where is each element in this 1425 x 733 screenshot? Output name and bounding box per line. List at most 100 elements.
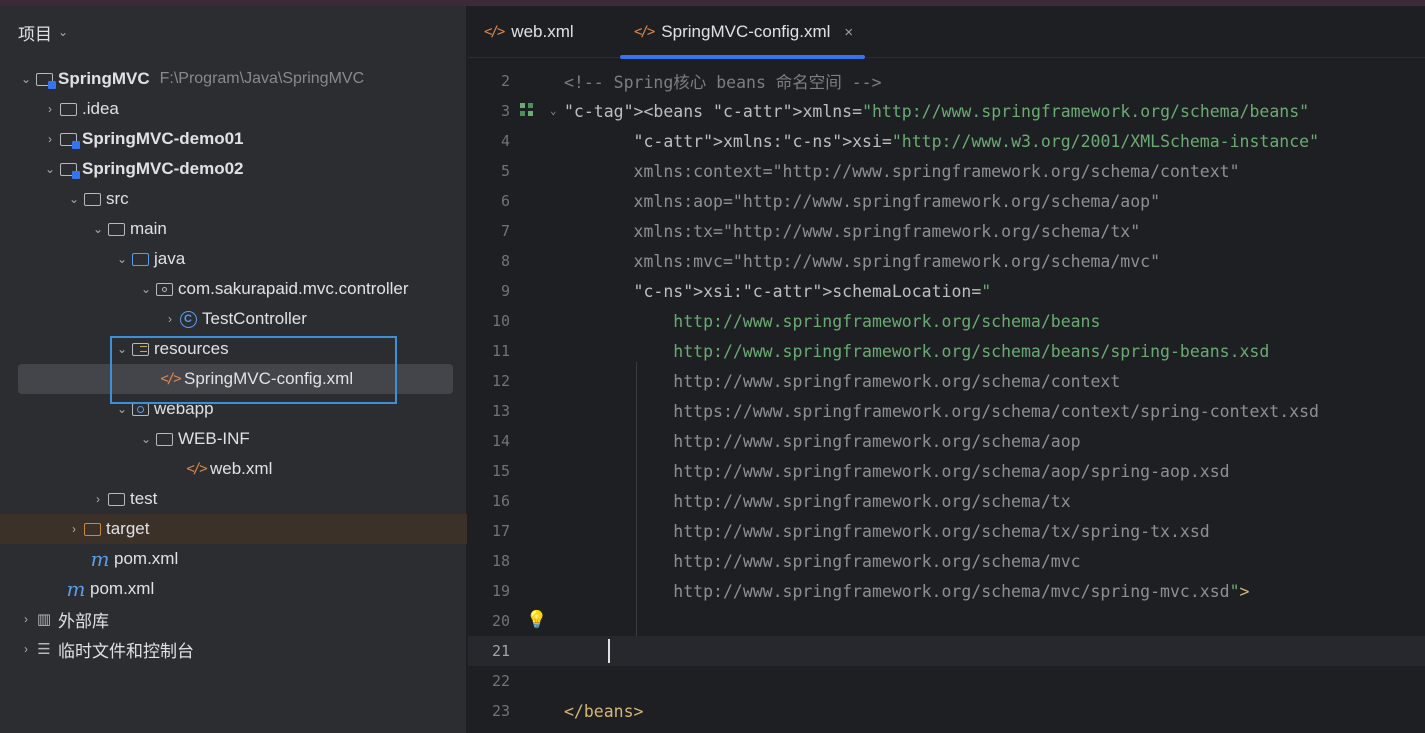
editor: </> web.xml </> SpringMVC-config.xml × 2… — [468, 6, 1425, 733]
fold-chevron-icon[interactable]: ⌄ — [550, 104, 557, 117]
code-line[interactable]: 19 http://www.springframework.org/schema… — [468, 576, 1425, 606]
chevron-right-icon[interactable]: › — [90, 492, 106, 506]
chevron-right-icon[interactable]: › — [162, 312, 178, 326]
tree-item-web-xml[interactable]: </> web.xml — [0, 454, 467, 484]
chevron-down-icon[interactable]: ⌄ — [114, 342, 130, 356]
line-number: 10 — [491, 312, 510, 330]
chevron-down-icon[interactable]: ⌄ — [138, 432, 154, 446]
tab-web-xml[interactable]: </> web.xml — [484, 6, 574, 58]
chevron-down-icon[interactable]: ⌄ — [114, 252, 130, 266]
code-line[interactable]: 11 http://www.springframework.org/schema… — [468, 336, 1425, 366]
code-line[interactable]: 13 https://www.springframework.org/schem… — [468, 396, 1425, 426]
folder-icon — [58, 100, 78, 118]
code-line[interactable]: 16 http://www.springframework.org/schema… — [468, 486, 1425, 516]
line-number: 17 — [491, 522, 510, 540]
chevron-down-icon[interactable]: ⌄ — [90, 222, 106, 236]
line-number: 12 — [491, 372, 510, 390]
tree-item-idea[interactable]: › .idea — [0, 94, 467, 124]
tree-item-resources[interactable]: ⌄ resources — [0, 334, 467, 364]
gutter — [510, 456, 564, 486]
tree-item-scratches[interactable]: › ☰ 临时文件和控制台 — [0, 634, 467, 664]
tree-item-testcontroller[interactable]: › C TestController — [0, 304, 467, 334]
lightbulb-icon[interactable]: 💡 — [526, 610, 547, 630]
code-text: http://www.springframework.org/schema/tx — [673, 491, 1071, 511]
gutter — [510, 216, 564, 246]
tree-item-label: pom.xml — [90, 579, 155, 598]
folder-icon — [106, 490, 126, 508]
web-folder-icon — [130, 400, 150, 418]
tree-item-package[interactable]: ⌄ com.sakurapaid.mvc.controller — [0, 274, 467, 304]
tree-item-test[interactable]: › test — [0, 484, 467, 514]
tree-item-target[interactable]: › target — [0, 514, 467, 544]
code-line[interactable]: 22 — [468, 666, 1425, 696]
tree-item-web-inf[interactable]: ⌄ WEB-INF — [0, 424, 467, 454]
chevron-down-icon[interactable]: ⌄ — [58, 25, 68, 39]
code-line[interactable]: 15 http://www.springframework.org/schema… — [468, 456, 1425, 486]
tree-item-src[interactable]: ⌄ src — [0, 184, 467, 214]
tree-item-pom-xml[interactable]: m pom.xml — [0, 544, 467, 574]
code-line[interactable]: 18 http://www.springframework.org/schema… — [468, 546, 1425, 576]
tree-item-label: src — [106, 189, 129, 208]
tree-item-springmvc[interactable]: ⌄ SpringMVC F:\Program\Java\SpringMVC — [0, 64, 467, 94]
tree-item-springmvc-demo01[interactable]: › SpringMVC-demo01 — [0, 124, 467, 154]
gutter: ⌄ — [510, 96, 564, 126]
tree-item-springmvc-config-xml[interactable]: </> SpringMVC-config.xml — [18, 364, 453, 394]
line-number: 13 — [491, 402, 510, 420]
code-line[interactable]: 6 xmlns:aop="http://www.springframework.… — [468, 186, 1425, 216]
tree-item-webapp[interactable]: ⌄ webapp — [0, 394, 467, 424]
line-number: 16 — [491, 492, 510, 510]
chevron-right-icon[interactable]: › — [66, 522, 82, 536]
code-line[interactable]: 12 http://www.springframework.org/schema… — [468, 366, 1425, 396]
code-line[interactable]: 5 xmlns:context="http://www.springframew… — [468, 156, 1425, 186]
chevron-down-icon[interactable]: ⌄ — [42, 162, 58, 176]
code-text: http://www.springframework.org/schema/co… — [673, 371, 1121, 391]
tree-item-external-libraries[interactable]: › ▥ 外部库 — [0, 604, 467, 634]
gutter — [510, 696, 564, 726]
code-line[interactable]: 23 </beans> — [468, 696, 1425, 726]
line-number: 4 — [500, 132, 510, 150]
gutter — [510, 306, 564, 336]
code-line[interactable]: 17 http://www.springframework.org/schema… — [468, 516, 1425, 546]
maven-icon: m — [66, 577, 86, 601]
tree-item-springmvc-demo02[interactable]: ⌄ SpringMVC-demo02 — [0, 154, 467, 184]
code-line[interactable]: 3 ⌄ "c-tag"><beans "c-attr">xmlns="http://… — [468, 96, 1425, 126]
code-text: <!-- Spring核心 beans 命名空间 --> — [564, 73, 882, 92]
code-line[interactable]: 20 💡 — [468, 606, 1425, 636]
gutter — [510, 486, 564, 516]
code-line[interactable]: 10 http://www.springframework.org/schema… — [468, 306, 1425, 336]
tab-springmvc-config-xml[interactable]: </> SpringMVC-config.xml × — [619, 6, 866, 59]
xml-file-icon: </> — [484, 24, 505, 40]
chevron-right-icon[interactable]: › — [42, 102, 58, 116]
chevron-down-icon[interactable]: ⌄ — [18, 72, 34, 86]
code-text: http://www.springframework.org/schema/tx… — [673, 521, 1210, 541]
line-number: 2 — [500, 72, 510, 90]
chevron-right-icon[interactable]: › — [42, 132, 58, 146]
code-line[interactable]: 4 "c-attr">xmlns:"c-ns">xsi="http://www.… — [468, 126, 1425, 156]
line-number: 8 — [500, 252, 510, 270]
code-line[interactable]: 8 xmlns:mvc="http://www.springframework.… — [468, 246, 1425, 276]
code-line[interactable]: 14 http://www.springframework.org/schema… — [468, 426, 1425, 456]
code-line[interactable]: 9 "c-ns">xsi:"c-attr">schemaLocation=" — [468, 276, 1425, 306]
line-number: 9 — [500, 282, 510, 300]
project-panel-title: 项目 — [18, 24, 52, 44]
code-text: xmlns:tx="http://www.springframework.org… — [633, 221, 1141, 241]
tree-item-main[interactable]: ⌄ main — [0, 214, 467, 244]
spring-bean-icon[interactable] — [520, 103, 536, 119]
chevron-right-icon[interactable]: › — [18, 612, 34, 626]
tree-item-label: java — [154, 249, 186, 268]
gutter — [510, 156, 564, 186]
chevron-down-icon[interactable]: ⌄ — [66, 192, 82, 206]
project-panel-header[interactable]: 项目 ⌄ — [18, 20, 68, 44]
folder-icon — [154, 430, 174, 448]
close-icon[interactable]: × — [844, 24, 853, 41]
chevron-down-icon[interactable]: ⌄ — [138, 282, 154, 296]
chevron-down-icon[interactable]: ⌄ — [114, 402, 130, 416]
code-line[interactable]: 2 <!-- Spring核心 beans 命名空间 --> — [468, 66, 1425, 96]
tree-item-pom-xml[interactable]: m pom.xml — [0, 574, 467, 604]
chevron-right-icon[interactable]: › — [18, 642, 34, 656]
gutter — [510, 186, 564, 216]
tree-item-java[interactable]: ⌄ java — [0, 244, 467, 274]
code-line[interactable]: 7 xmlns:tx="http://www.springframework.o… — [468, 216, 1425, 246]
code-line[interactable]: 21 — [468, 636, 1425, 666]
code-area[interactable]: 2 <!-- Spring核心 beans 命名空间 --> 3 ⌄ "c-tag"><… — [468, 66, 1425, 726]
